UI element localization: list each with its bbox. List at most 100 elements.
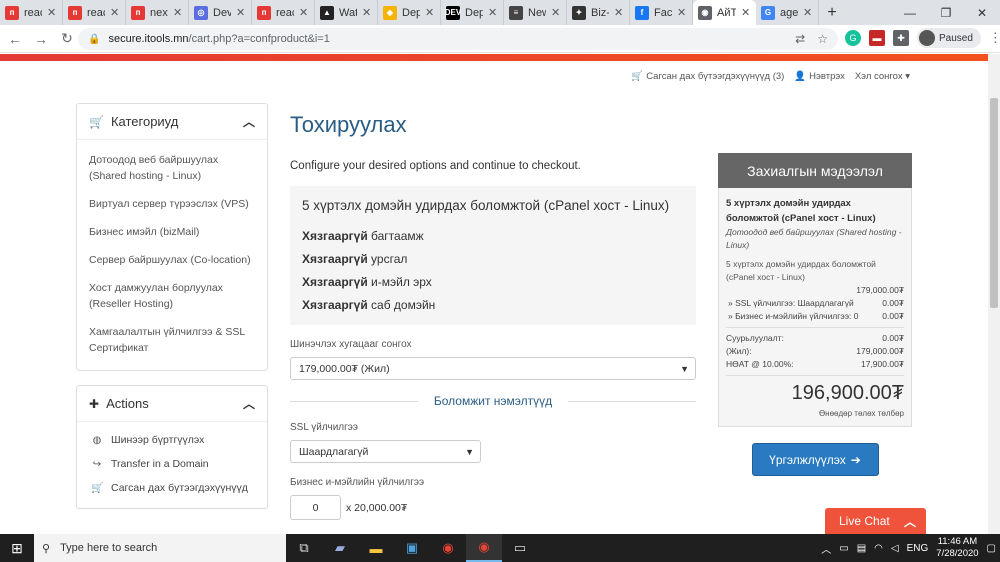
wifi-icon[interactable]: ◠ [874,543,883,554]
categories-list: Дотоодод веб байршуулах (Shared hosting … [77,140,267,370]
top-links: 🛒 Сагсан дах бүтээгдэхүүнүүд (3) 👤 Нэвтрэх… [631,71,910,82]
tab-close-icon[interactable]: ✕ [47,6,57,19]
order-line-label: » Бизнес и-мэйлийн үйлчилгээ: 0 [728,311,859,321]
ssl-select[interactable]: Шаардлагагүй ▼ [290,440,481,463]
url-path: /cart.php?a=confproduct&i=1 [188,33,330,45]
chrome-icon[interactable]: ◉ [430,534,466,562]
email-quantity-input[interactable]: 0 [290,495,341,520]
browser-tab[interactable]: ◉ АйТ ✕ [693,0,756,25]
tab-favicon-icon: п [257,5,271,20]
cart-icon: 🛒 [631,71,644,82]
tab-close-icon[interactable]: ✕ [677,6,687,19]
bookmark-star-icon[interactable]: ☆ [817,32,828,46]
sidebar-action-item[interactable]: ◍ Шинээр бүртгүүлэх [77,428,267,452]
reload-icon[interactable]: ↻ [56,28,78,50]
login-link[interactable]: 👤 Нэвтрэх [794,71,845,82]
minimize-icon[interactable]: — [892,0,928,25]
cart-link[interactable]: 🛒 Сагсан дах бүтээгдэхүүнүүд (3) [631,71,784,82]
actions-panel-header[interactable]: ✚ Actions ︿ [77,386,267,422]
browser-tab[interactable]: ≡ New ✕ [504,0,567,25]
ssl-label: SSL үйлчилгээ [290,422,358,433]
notepad-icon[interactable]: ▰ [322,534,358,562]
categories-panel-header[interactable]: 🛒 Категориуд ︿ [77,104,267,140]
chevron-up-icon[interactable]: ︿ [821,541,831,556]
notifications-icon[interactable]: ▢ [987,543,996,554]
order-line-value: 0.00₮ [882,333,904,343]
browser-tab[interactable]: пreac ✕ [252,0,315,25]
extension-icon[interactable]: ▬ [869,30,885,46]
tab-close-icon[interactable]: ✕ [551,6,561,19]
restore-icon[interactable]: ❐ [928,0,964,25]
volume-icon[interactable]: ◁ [891,543,899,554]
plus-icon: ✚ [89,396,100,411]
tab-close-icon[interactable]: ✕ [299,6,309,19]
chevron-up-icon[interactable]: ︿ [243,395,255,412]
profile-button[interactable]: Paused [917,28,981,48]
windows-start-icon[interactable]: ⊞ [0,534,34,562]
extensions-puzzle-icon[interactable]: ✚ [893,30,909,46]
browser-tab[interactable]: DEV Dep ✕ [441,0,504,25]
close-window-icon[interactable]: ✕ [964,0,1000,25]
sidebar-category-item[interactable]: Хамгаалалтын үйлчилгээ & SSL Сертификат [77,318,267,362]
divider [726,327,904,328]
language-indicator[interactable]: ENG [907,543,929,554]
language-dropdown[interactable]: Хэл сонгох ▾ [855,71,910,82]
scrollbar-thumb[interactable] [990,98,998,308]
sidebar-action-item[interactable]: ↪ Transfer in a Domain [77,452,267,476]
window-controls: — ❐ ✕ [892,0,1000,25]
tab-close-icon[interactable]: ✕ [614,6,624,19]
browser-tab[interactable]: пreac ✕ [0,0,63,25]
tab-close-icon[interactable]: ✕ [803,6,813,19]
tab-close-icon[interactable]: ✕ [488,6,498,19]
remote-desktop-icon[interactable]: ▣ [394,534,430,562]
chevron-up-icon[interactable]: ︿ [243,113,255,130]
sidebar-category-item[interactable]: Дотоодод веб байршуулах (Shared hosting … [77,146,267,190]
url-input[interactable]: 🔒 secure.itools.mn/cart.php?a=confproduc… [78,28,838,50]
clock[interactable]: 11:46 AM 7/28/2020 [936,536,978,560]
feature-bold: Хязгааргүй [302,252,368,266]
tab-label: Wat [339,6,357,19]
terminal-icon[interactable]: ▭ [502,534,538,562]
task-view-icon[interactable]: ⧉ [286,534,322,562]
taskbar-search-input[interactable]: ⚲ Type here to search [34,534,286,562]
taskbar-search-placeholder: Type here to search [60,542,158,554]
translate-icon[interactable]: ⇄ [795,32,805,46]
page-scrollbar[interactable] [988,54,1000,534]
tab-close-icon[interactable]: ✕ [236,6,246,19]
grammarly-extension-icon[interactable]: G [845,30,861,46]
chrome-active-icon[interactable]: ◉ [466,534,502,562]
categories-title: Категориуд [110,114,179,129]
sidebar-action-item[interactable]: 🛒 Сагсан дах бүтээгдэхүүнүүд [77,476,267,500]
browser-tab[interactable]: пnext ✕ [126,0,189,25]
divider [290,400,418,402]
sidebar-category-item[interactable]: Бизнес имэйл (bizMail) [77,218,267,246]
file-explorer-icon[interactable]: ▬ [358,534,394,562]
sidebar-category-item[interactable]: Сервер байршуулах (Co-location) [77,246,267,274]
browser-tab[interactable]: ◆ Dep ✕ [378,0,441,25]
back-icon[interactable]: ← [4,28,26,50]
browser-tab[interactable]: ▲ Wat ✕ [315,0,378,25]
tab-close-icon[interactable]: ✕ [110,6,120,19]
browser-tab[interactable]: пreac ✕ [63,0,126,25]
network-icon[interactable]: ▭ [839,543,848,554]
folder-icon[interactable]: ▤ [857,543,866,554]
browser-tab[interactable]: ◎ Dev ✕ [189,0,252,25]
live-chat-button[interactable]: Live Chat ︿ [825,508,926,534]
caret-down-icon: ▾ [905,71,910,82]
sidebar-category-item[interactable]: Виртуал сервер түрээслэх (VPS) [77,190,267,218]
browser-menu-icon[interactable]: ⋮ [989,30,1000,46]
tab-close-icon[interactable]: ✕ [362,6,372,19]
billing-cycle-select[interactable]: 179,000.00₮ (Жил) ▼ [290,357,696,380]
browser-tab[interactable]: f Face ✕ [630,0,693,25]
categories-panel: 🛒 Категориуд ︿ Дотоодод веб байршуулах (… [76,103,268,371]
chevron-down-icon: ▼ [680,363,689,374]
tab-close-icon[interactable]: ✕ [173,6,183,19]
browser-tab[interactable]: Gage ✕ [756,0,819,25]
tab-close-icon[interactable]: ✕ [425,6,435,19]
new-tab-icon[interactable]: + [819,0,845,25]
sidebar-category-item[interactable]: Хост дамжуулан борлуулах (Reseller Hosti… [77,274,267,318]
continue-button[interactable]: Үргэлжлүүлэх ➔ [751,443,879,476]
forward-icon[interactable]: → [30,28,52,50]
tab-close-icon[interactable]: ✕ [741,6,751,19]
browser-tab[interactable]: ✦ Biz- ✕ [567,0,630,25]
